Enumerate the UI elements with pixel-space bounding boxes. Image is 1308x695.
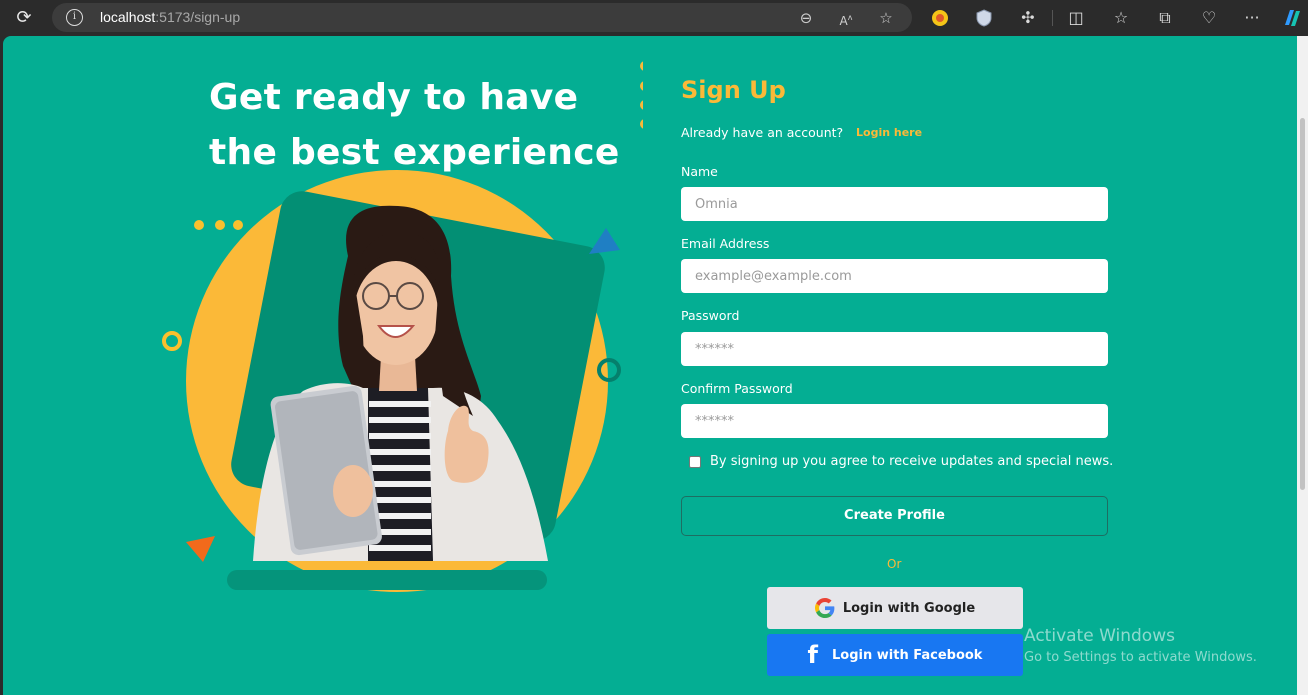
dot-shape	[215, 220, 225, 230]
favorite-star-icon[interactable]: ☆	[876, 8, 896, 28]
dot-shape	[640, 61, 643, 71]
orange-triangle-shape	[186, 536, 215, 562]
agree-text: By signing up you agree to receive updat…	[710, 454, 1114, 469]
scrollbar-thumb[interactable]	[1300, 118, 1305, 490]
favorites-list-icon[interactable]: ☆	[1109, 6, 1133, 30]
name-label: Name	[681, 164, 718, 179]
split-screen-icon[interactable]: ◫	[1064, 6, 1088, 30]
hero-headline-line2: the best experience	[209, 132, 620, 173]
extension-color-icon[interactable]	[928, 6, 952, 30]
login-facebook-button[interactable]: f Login with Facebook	[767, 634, 1023, 676]
password-input[interactable]	[681, 332, 1108, 366]
watermark-title: Activate Windows	[1024, 626, 1175, 646]
hero-headline-line1: Get ready to have	[209, 77, 579, 118]
reload-icon[interactable]: ⟳	[12, 6, 36, 30]
zoom-icon[interactable]: ⊖	[796, 8, 816, 28]
dot-shape	[640, 119, 643, 129]
blue-triangle-shape	[589, 228, 620, 254]
dot-shape	[640, 81, 643, 91]
email-label: Email Address	[681, 236, 770, 251]
dot-shape	[194, 220, 204, 230]
agree-checkbox[interactable]	[689, 455, 701, 468]
hero-headline: Get ready to have the best experience	[209, 70, 629, 180]
more-menu-icon[interactable]: ···	[1240, 6, 1264, 30]
url-text[interactable]: localhost:5173/sign-up	[100, 9, 240, 25]
login-google-button[interactable]: Login with Google	[767, 587, 1023, 629]
toolbar-divider	[1052, 10, 1053, 26]
facebook-icon: f	[807, 641, 818, 669]
google-icon	[814, 598, 835, 618]
login-facebook-label: Login with Facebook	[832, 647, 983, 663]
name-input[interactable]	[681, 187, 1108, 221]
page-scrollbar[interactable]	[1297, 36, 1308, 695]
login-here-link[interactable]: Login here	[856, 126, 922, 139]
watermark-subtitle: Go to Settings to activate Windows.	[1024, 650, 1257, 665]
extensions-puzzle-icon[interactable]: ✣	[1016, 6, 1040, 30]
collections-icon[interactable]: ⧉	[1153, 6, 1177, 30]
browser-toolbar: ⟳ i localhost:5173/sign-up ⊖ Aʌ ☆ ✣ ◫ ☆ …	[0, 0, 1308, 36]
dot-shape	[640, 100, 643, 110]
password-label: Password	[681, 308, 740, 323]
shield-extension-icon[interactable]	[972, 6, 996, 30]
yellow-ring-shape	[162, 331, 182, 351]
email-input[interactable]	[681, 259, 1108, 293]
browser-essentials-icon[interactable]: ♡	[1197, 6, 1221, 30]
address-bar[interactable]: i localhost:5173/sign-up ⊖ Aʌ ☆	[52, 3, 912, 32]
agree-row: By signing up you agree to receive updat…	[689, 454, 1113, 469]
dot-shape	[233, 220, 243, 230]
confirm-password-label: Confirm Password	[681, 381, 793, 396]
read-aloud-icon[interactable]: Aʌ	[836, 8, 856, 28]
site-info-icon[interactable]: i	[66, 9, 83, 26]
floor-bar-shape	[227, 570, 547, 590]
login-google-label: Login with Google	[842, 600, 976, 616]
confirm-password-input[interactable]	[681, 404, 1108, 438]
windows-activation-watermark: Activate Windows Go to Settings to activ…	[1024, 626, 1257, 665]
or-divider-text: Or	[887, 557, 902, 571]
create-profile-button[interactable]: Create Profile	[681, 496, 1108, 536]
signup-page: Get ready to have the best experience Si…	[3, 36, 1297, 695]
copilot-icon[interactable]	[1280, 6, 1304, 30]
form-title: Sign Up	[681, 76, 786, 104]
have-account-text: Already have an account?	[681, 125, 844, 140]
